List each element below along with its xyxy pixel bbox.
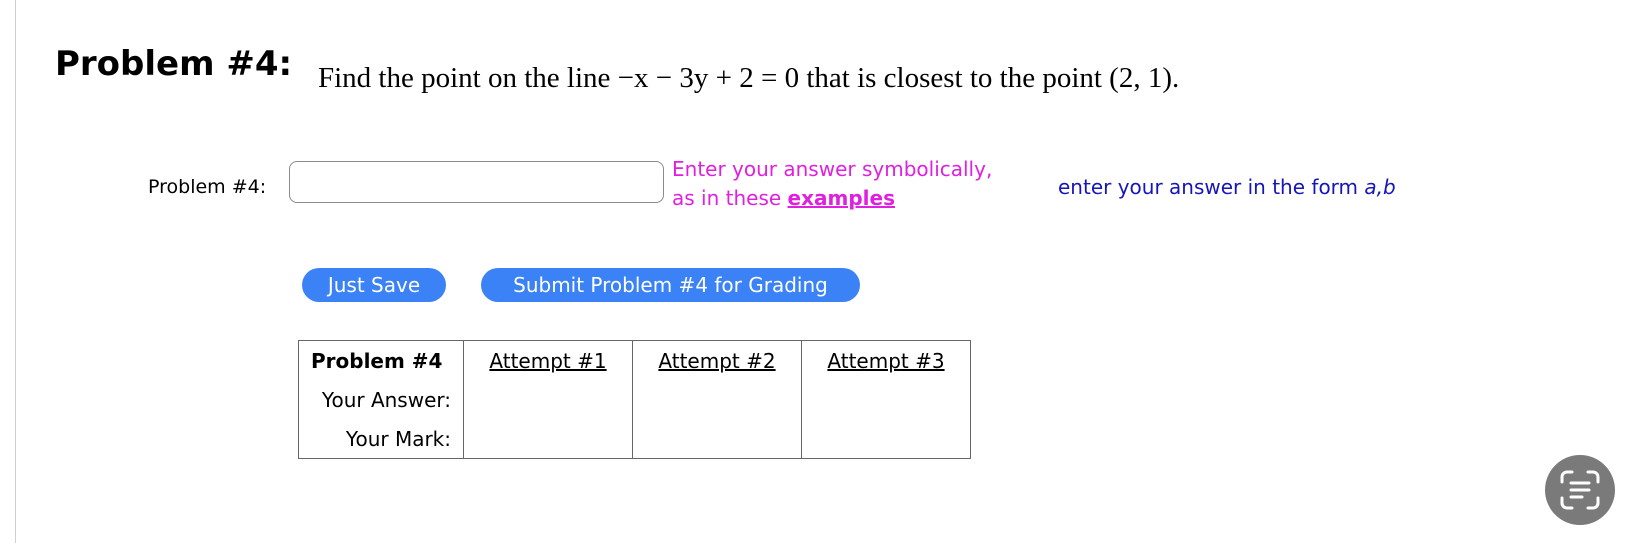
your-answer-label: Your Answer: [298, 380, 464, 419]
attempt-3-header[interactable]: Attempt #3 [801, 340, 971, 380]
answer-hint-line2: as in these examples [672, 184, 992, 213]
attempt-3-link[interactable]: Attempt #3 [827, 349, 944, 373]
answer-hint-line1: Enter your answer symbolically, [672, 157, 993, 181]
text-scan-button[interactable] [1545, 455, 1615, 525]
examples-link[interactable]: examples [788, 186, 895, 210]
attempt-1-header[interactable]: Attempt #1 [463, 340, 633, 380]
table-problem-header: Problem #4 [298, 340, 464, 380]
problem-title: Problem #4: [55, 44, 293, 84]
attempt-2-link[interactable]: Attempt #2 [658, 349, 775, 373]
mark-attempt-3-cell [801, 419, 971, 459]
mark-attempt-2-cell [632, 419, 802, 459]
answer-format-variable: a,b [1364, 175, 1396, 199]
answer-attempt-1-cell [463, 380, 633, 419]
mark-attempt-1-cell [463, 419, 633, 459]
table-header-row: Problem #4 Attempt #1 Attempt #2 Attempt… [298, 340, 971, 380]
attempts-table: Problem #4 Attempt #1 Attempt #2 Attempt… [298, 340, 971, 459]
answer-attempt-3-cell [801, 380, 971, 419]
text-scan-icon [1560, 470, 1600, 510]
answer-label: Problem #4: [148, 176, 267, 198]
answer-input[interactable] [289, 161, 664, 203]
page-left-border [15, 0, 16, 543]
problem-equation: −x − 3y + 2 = 0 [617, 62, 800, 94]
answer-hint-line2-text: as in these [672, 186, 788, 210]
your-mark-label: Your Mark: [298, 419, 464, 459]
answer-attempt-2-cell [632, 380, 802, 419]
just-save-button[interactable]: Just Save [302, 268, 446, 302]
table-row: Your Answer: [298, 380, 971, 419]
answer-hint: Enter your answer symbolically, as in th… [672, 155, 992, 213]
attempt-1-link[interactable]: Attempt #1 [489, 349, 606, 373]
problem-statement: Find the point on the line −x − 3y + 2 =… [318, 62, 1179, 95]
attempt-2-header[interactable]: Attempt #2 [632, 340, 802, 380]
answer-format-hint: enter your answer in the form a,b [1058, 175, 1396, 199]
submit-grading-button[interactable]: Submit Problem #4 for Grading [481, 268, 860, 302]
problem-text-suffix: that is closest to the point (2, 1). [799, 62, 1180, 94]
table-row: Your Mark: [298, 419, 971, 459]
problem-text-prefix: Find the point on the line [318, 62, 618, 94]
answer-format-hint-text: enter your answer in the form [1058, 175, 1365, 199]
